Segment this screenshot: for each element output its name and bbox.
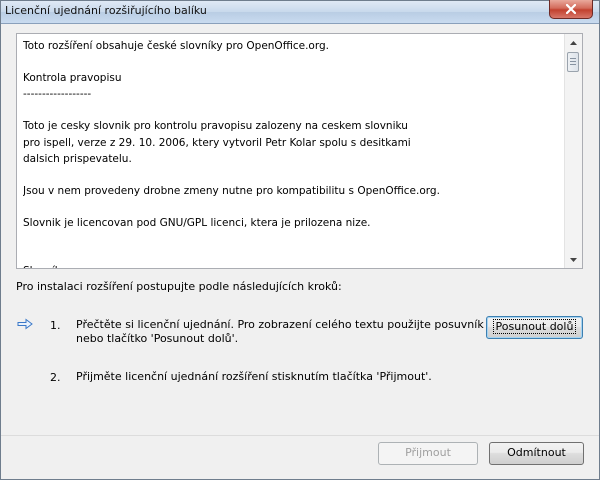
chevron-down-icon bbox=[570, 257, 577, 262]
step-1-text: Přečtěte si licenční ujednání. Pro zobra… bbox=[76, 318, 484, 345]
window-title: Licenční ujednání rozšiřujícího balíku bbox=[5, 4, 207, 17]
license-line: Toto je cesky slovnik pro kontrolu pravo… bbox=[23, 120, 408, 133]
step-2-number: 2. bbox=[50, 371, 61, 384]
arrow-right-icon bbox=[17, 318, 33, 330]
license-line: ------------------ bbox=[23, 88, 92, 101]
license-line bbox=[23, 167, 562, 183]
step-2-text: Přijměte licenční ujednání rozšíření sti… bbox=[76, 370, 432, 383]
scroll-down-button-label: Posunout dolů bbox=[492, 319, 577, 334]
license-line: pro ispell, verze z 29. 10. 2006, ktery … bbox=[23, 136, 411, 149]
scrollbar-thumb[interactable] bbox=[567, 52, 579, 72]
license-line: Kontrola pravopisu bbox=[23, 72, 122, 85]
license-textbox[interactable]: Toto rozšíření obsahuje české slovníky p… bbox=[16, 33, 583, 269]
license-line bbox=[23, 231, 562, 247]
close-button[interactable] bbox=[549, 0, 593, 19]
license-line bbox=[23, 54, 562, 70]
chevron-up-icon bbox=[570, 40, 577, 45]
license-line: Toto rozšíření obsahuje české slovníky p… bbox=[23, 40, 329, 52]
license-text: Toto rozšíření obsahuje české slovníky p… bbox=[23, 38, 562, 268]
license-line: dalsich prispevatelu. bbox=[23, 152, 132, 165]
decline-button[interactable]: Odmítnout bbox=[489, 442, 584, 465]
license-line: Jsou v nem provedeny drobne zmeny nutne … bbox=[23, 184, 440, 197]
license-line bbox=[23, 102, 562, 118]
license-dialog: Licenční ujednání rozšiřujícího balíku T… bbox=[0, 0, 600, 480]
scroll-down-arrow[interactable] bbox=[565, 251, 582, 268]
scroll-up-arrow[interactable] bbox=[565, 34, 582, 51]
instructions-heading: Pro instalaci rozšíření postupujte podle… bbox=[16, 280, 342, 293]
vertical-scrollbar[interactable] bbox=[564, 34, 582, 268]
title-bar: Licenční ujednání rozšiřujícího balíku bbox=[1, 0, 599, 24]
license-line: Slovník synonym bbox=[23, 263, 562, 268]
accept-button[interactable]: Přijmout bbox=[378, 442, 478, 465]
license-line bbox=[23, 247, 562, 263]
license-line bbox=[23, 199, 562, 215]
scroll-down-button[interactable]: Posunout dolů bbox=[486, 316, 583, 339]
close-icon bbox=[566, 4, 576, 14]
license-line: Slovnik je licencovan pod GNU/GPL licenc… bbox=[23, 217, 371, 230]
step-1-number: 1. bbox=[50, 319, 61, 332]
